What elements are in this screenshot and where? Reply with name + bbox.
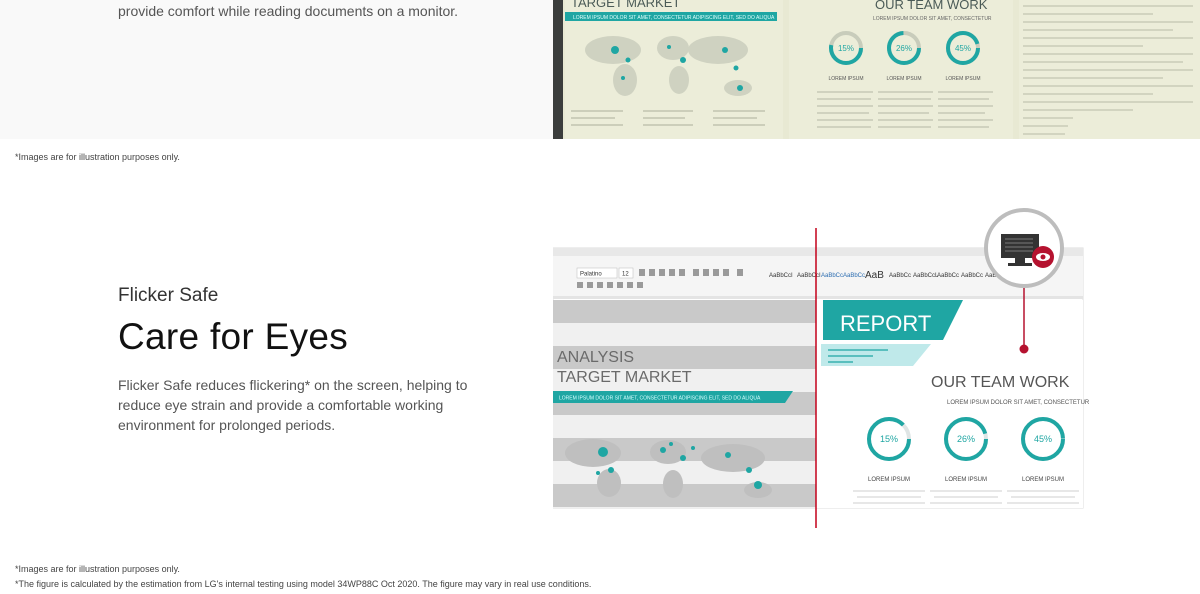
feature-description: Flicker Safe reduces flickering* on the … [118, 377, 468, 433]
style-sample-9: AaBbCc [961, 273, 983, 279]
top-ring-caption-1: LOREM IPSUM [828, 76, 863, 82]
top-heading-left: TARGET MARKET [571, 0, 680, 10]
top-ring-3-label: 45% [955, 44, 971, 53]
analysis-title: ANALYSIS [557, 349, 634, 366]
ring-3-label: 45% [1034, 434, 1052, 444]
top-document-image: TARGET MARKET LOREM IPSUM DOLOR SIT AMET… [553, 0, 1200, 139]
illustration-note-2: *Images are for illustration purposes on… [15, 564, 180, 574]
style-sample-4: AaBbCc [843, 273, 865, 279]
font-name-box: Palatino [580, 272, 602, 278]
ring-caption-2: LOREM IPSUM [945, 477, 987, 483]
ring-caption-1: LOREM IPSUM [868, 477, 910, 483]
style-sample-8: AaBbCc [937, 273, 959, 279]
style-sample-6: AaBbCc [889, 273, 911, 279]
style-sample-2: AaBbCcI [797, 273, 821, 279]
feature-eyebrow: Flicker Safe [118, 285, 219, 306]
top-subtitle: LOREM IPSUM DOLOR SIT AMET, CONSECTETUR [873, 16, 992, 22]
top-heading-right: OUR TEAM WORK [875, 0, 988, 12]
testing-footnote: *The figure is calculated by the estimat… [15, 579, 592, 589]
ring-1-label: 15% [880, 434, 898, 444]
style-sample-3: AaBbCc [821, 273, 843, 279]
target-market-title: TARGET MARKET [557, 369, 692, 386]
top-ring-caption-2: LOREM IPSUM [886, 76, 921, 82]
style-sample-1: AaBbCcI [769, 273, 793, 279]
report-title: REPORT [840, 311, 931, 336]
left-banner: LOREM IPSUM DOLOR SIT AMET, CONSECTETUR … [559, 396, 761, 402]
illustration-note-1: *Images are for illustration purposes on… [15, 152, 180, 162]
flicker-comparison-image: Palatino 12 AaBbCcI AaBbCcI AaBbCc AaBbC… [552, 208, 1200, 528]
team-work-subtitle: LOREM IPSUM DOLOR SIT AMET, CONSECTETUR [947, 400, 1090, 406]
team-work-title: OUR TEAM WORK [931, 374, 1070, 391]
top-banner: LOREM IPSUM DOLOR SIT AMET, CONSECTETUR … [573, 15, 775, 21]
top-section-text: provide comfort while reading documents … [118, 3, 459, 19]
font-size-box: 12 [622, 272, 629, 278]
style-sample-5: AaB [865, 270, 884, 281]
ring-2-label: 26% [957, 434, 975, 444]
top-ring-1-label: 15% [838, 44, 854, 53]
ring-caption-3: LOREM IPSUM [1022, 477, 1064, 483]
feature-headline: Care for Eyes [118, 316, 349, 357]
top-ring-2-label: 26% [896, 44, 912, 53]
style-sample-7: AaBbCcL [913, 273, 939, 279]
top-ring-caption-3: LOREM IPSUM [945, 76, 980, 82]
